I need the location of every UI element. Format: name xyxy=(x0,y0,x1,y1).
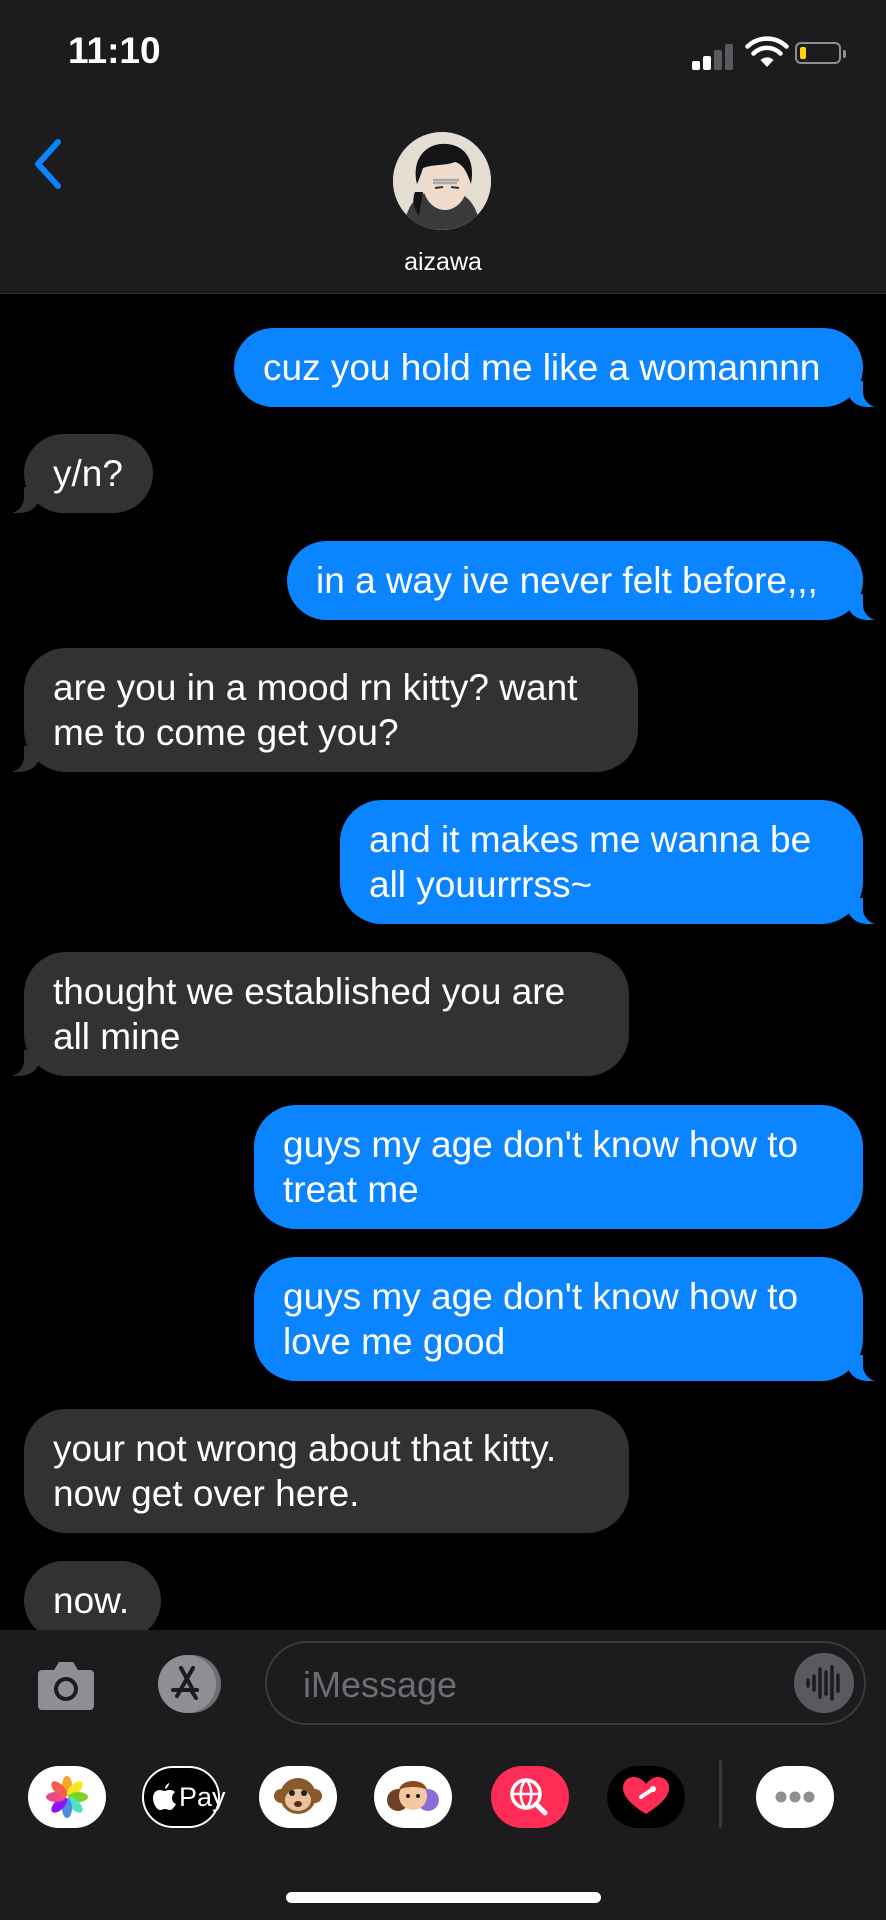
apple-pay-label: Pay xyxy=(179,1782,226,1812)
app-store-icon[interactable] xyxy=(150,1654,224,1714)
battery-icon xyxy=(795,42,846,64)
status-bar: 11:10 xyxy=(0,0,886,110)
status-time: 11:10 xyxy=(68,30,161,71)
memoji-app-icon[interactable] xyxy=(374,1766,452,1828)
photos-app-icon[interactable] xyxy=(28,1766,106,1828)
apple-pay-app-icon[interactable]: Pay xyxy=(142,1766,226,1828)
cellular-signal-icon xyxy=(692,40,736,70)
contact-name[interactable]: aizawa xyxy=(0,248,886,277)
message-bubble-received[interactable]: thought we established you are all mine xyxy=(0,952,629,1077)
home-indicator[interactable] xyxy=(286,1892,601,1903)
camera-icon[interactable] xyxy=(36,1656,96,1714)
web-search-app-icon[interactable] xyxy=(491,1766,569,1828)
audio-waveform-icon[interactable] xyxy=(794,1653,854,1713)
message-bubble-received[interactable]: your not wrong about that kitty. now get… xyxy=(24,1409,629,1533)
conversation-header: aizawa xyxy=(0,110,886,294)
message-bubble-sent[interactable]: in a way ive never felt before,,, xyxy=(287,541,886,621)
message-thread[interactable]: cuz you hold me like a womannnn y/n? in … xyxy=(0,294,886,1630)
imessage-app-drawer: Pay xyxy=(0,1760,886,1860)
message-bubble-received[interactable]: are you in a mood rn kitty? want me to c… xyxy=(0,648,638,773)
message-input-placeholder: iMessage xyxy=(303,1664,458,1705)
message-bubble-sent[interactable]: cuz you hold me like a womannnn xyxy=(234,328,886,408)
message-bubble-sent[interactable]: guys my age don't know how to treat me xyxy=(254,1105,863,1229)
message-bubble-sent[interactable]: guys my age don't know how to love me go… xyxy=(254,1257,886,1382)
message-bubble-received[interactable]: now. xyxy=(24,1561,161,1630)
ellipsis-icon xyxy=(775,1791,815,1803)
avatar-illustration xyxy=(393,132,491,230)
message-bubble-sent[interactable]: and it makes me wanna be all youurrrss~ xyxy=(340,800,886,925)
memoji-faces-icon xyxy=(387,1781,439,1811)
back-chevron-icon[interactable] xyxy=(28,134,68,194)
globe-search-icon xyxy=(510,1778,548,1816)
more-apps-icon[interactable] xyxy=(756,1766,834,1828)
monkey-face-icon xyxy=(274,1778,322,1814)
message-input[interactable]: iMessage xyxy=(265,1641,866,1725)
app-drawer-divider xyxy=(719,1760,722,1828)
photos-flower-icon xyxy=(46,1776,88,1818)
wifi-icon xyxy=(745,36,789,67)
message-bubble-received[interactable]: y/n? xyxy=(0,434,153,514)
heart-icon xyxy=(623,1777,669,1814)
contact-avatar[interactable] xyxy=(393,132,491,230)
animoji-app-icon[interactable] xyxy=(259,1766,337,1828)
composer-bar: iMessage Pay xyxy=(0,1630,886,1920)
digital-touch-app-icon[interactable] xyxy=(607,1766,685,1828)
